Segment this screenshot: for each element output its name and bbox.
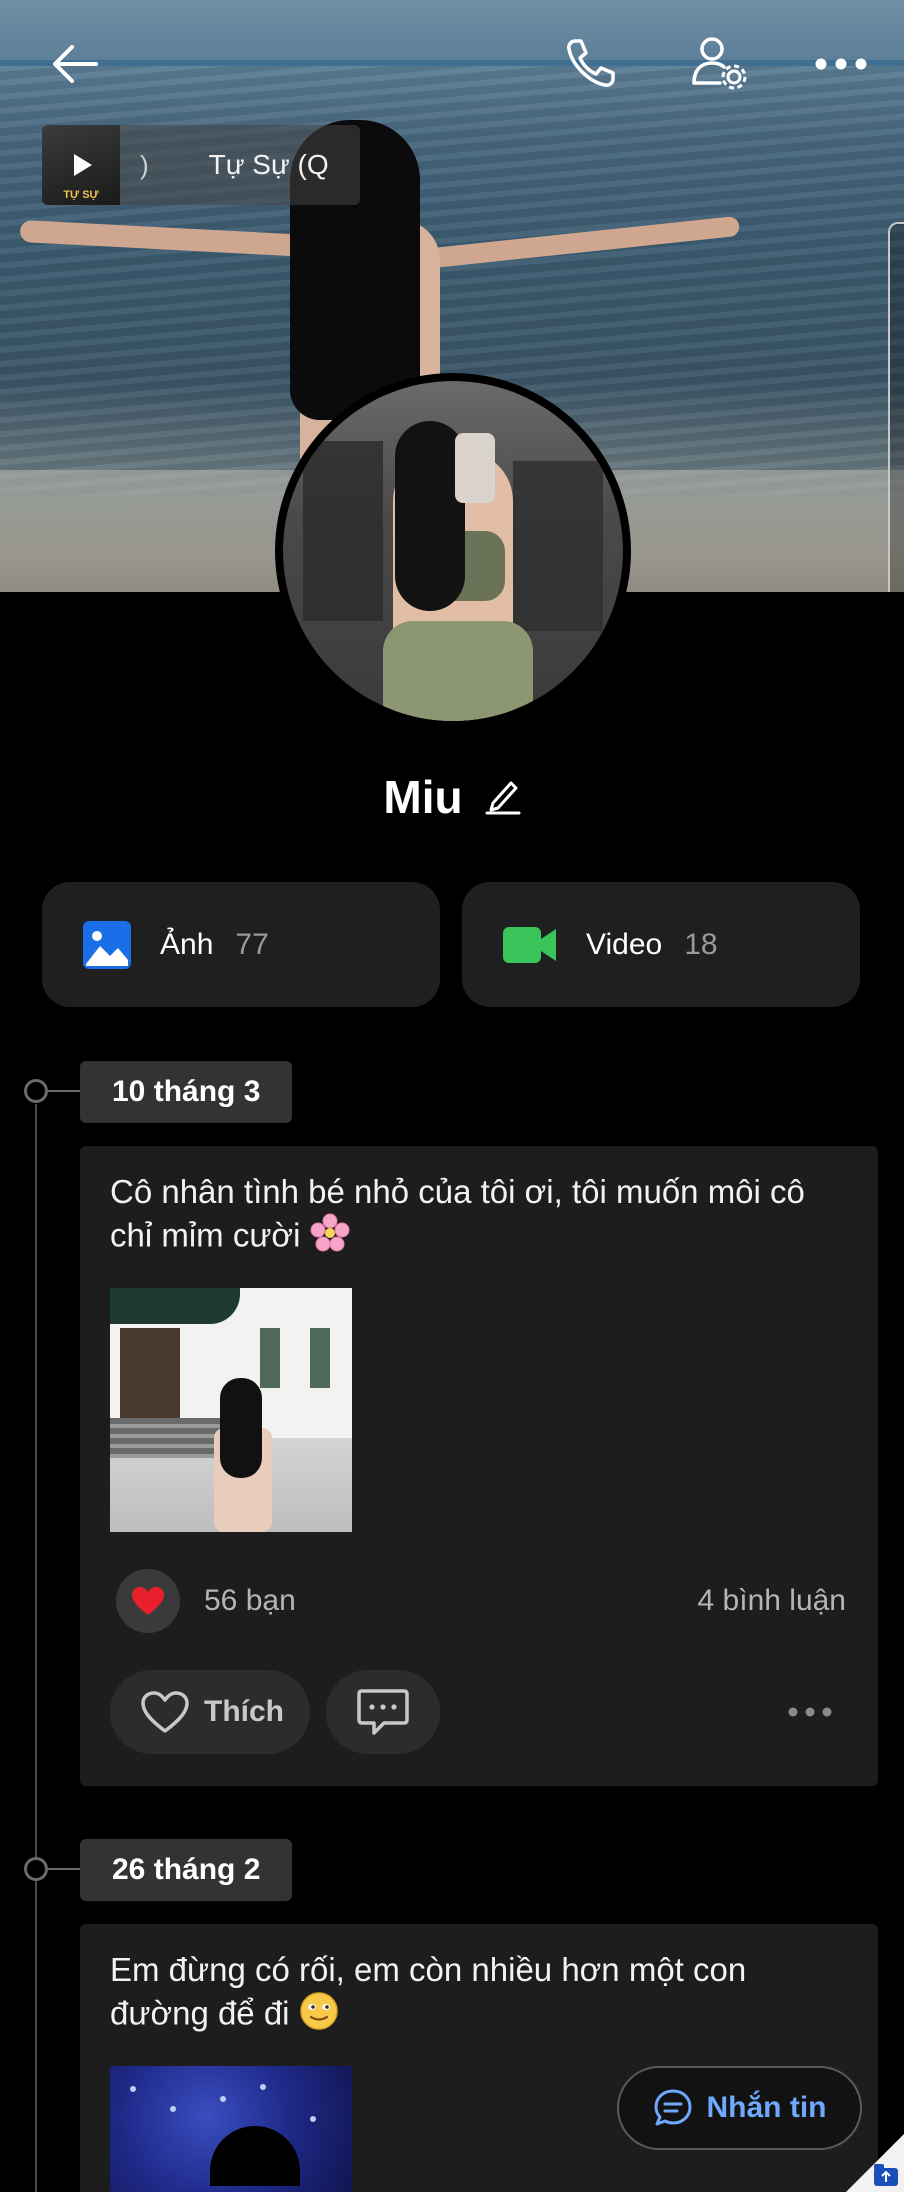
- phone-icon: [567, 39, 615, 87]
- photo-person-head: [210, 2126, 300, 2186]
- avatar-phone: [455, 433, 495, 503]
- call-button[interactable]: [556, 30, 626, 96]
- edit-name-button[interactable]: [485, 775, 521, 820]
- photo-girl-hair: [220, 1378, 262, 1478]
- profile-settings-button[interactable]: [684, 30, 756, 96]
- more-button[interactable]: [806, 40, 876, 88]
- more-horizontal-icon: [815, 58, 867, 70]
- likes-count[interactable]: 56 bạn: [204, 1584, 296, 1618]
- post-reactions-row: 56 bạn 4 bình luận: [116, 1569, 846, 1633]
- play-icon: [74, 154, 92, 176]
- profile-name: Miu: [383, 771, 463, 823]
- post-text: Cô nhân tình bé nhỏ của tôi ơi, tôi muốn…: [110, 1170, 850, 1263]
- photo-window: [260, 1328, 280, 1388]
- like-label: Thích: [204, 1695, 284, 1728]
- folder-badge-icon[interactable]: [846, 2134, 904, 2192]
- photo-light: [170, 2106, 176, 2112]
- back-button[interactable]: [40, 34, 110, 94]
- arrow-left-icon: [53, 45, 98, 83]
- chat-icon: [654, 2089, 691, 2126]
- videos-label: Video: [586, 927, 663, 961]
- post-photo[interactable]: [110, 1288, 352, 1532]
- top-bar: [0, 0, 904, 130]
- post-text-content: Cô nhân tình bé nhỏ của tôi ơi, tôi muốn…: [110, 1173, 805, 1254]
- post-actions-row: Thích: [110, 1670, 850, 1754]
- videos-card[interactable]: Video 18: [462, 882, 860, 1007]
- message-button[interactable]: Nhắn tin: [617, 2066, 862, 2150]
- profile-name-row: Miu: [0, 770, 904, 824]
- timeline-tick: [48, 1090, 80, 1092]
- photo-light: [220, 2096, 226, 2102]
- photos-count: 77: [235, 927, 269, 961]
- heart-icon: [132, 1587, 164, 1615]
- avatar[interactable]: [275, 373, 631, 729]
- side-scroll-handle[interactable]: [888, 222, 904, 592]
- post-date: 26 tháng 2: [80, 1839, 293, 1901]
- avatar-leggings: [383, 621, 533, 721]
- user-settings-icon: [692, 37, 747, 90]
- post-text-content: Em đừng có rối, em còn nhiều hơn một con…: [110, 1951, 747, 2032]
- more-horizontal-icon: [788, 1707, 832, 1717]
- post-card[interactable]: Cô nhân tình bé nhỏ của tôi ơi, tôi muốn…: [80, 1146, 878, 1786]
- like-button[interactable]: Thích: [110, 1670, 310, 1754]
- smiling-face-icon: [299, 1991, 339, 2041]
- avatar-bg-gym-right: [513, 461, 603, 631]
- photo-light: [310, 2116, 316, 2122]
- music-title: Tự Sự (Q: [208, 149, 329, 180]
- timeline-dot: [24, 1079, 48, 1103]
- video-icon: [503, 926, 556, 963]
- avatar-image: [283, 381, 623, 721]
- post-date: 10 tháng 3: [80, 1061, 293, 1123]
- music-separator: ): [140, 149, 149, 180]
- timeline-dot: [24, 1857, 48, 1881]
- post-card[interactable]: Em đừng có rối, em còn nhiều hơn một con…: [80, 1924, 878, 2192]
- post-text: Em đừng có rối, em còn nhiều hơn một con…: [110, 1948, 850, 2041]
- heart-outline-icon: [141, 1691, 189, 1733]
- music-thumbnail: TỰ SỰ: [42, 125, 120, 205]
- photo-steps: [110, 1418, 220, 1458]
- timeline-tick: [48, 1868, 80, 1870]
- photos-card[interactable]: Ảnh 77: [42, 882, 440, 1007]
- post-photo[interactable]: [110, 2066, 352, 2192]
- avatar-bg-gym-left: [303, 441, 383, 621]
- photos-label: Ảnh: [160, 927, 214, 961]
- profile-music[interactable]: TỰ SỰ ) Tự Sự (Q: [42, 125, 360, 205]
- post-more-button[interactable]: [770, 1670, 850, 1754]
- photo-window: [310, 1328, 330, 1388]
- photo-door: [120, 1328, 180, 1428]
- cherry-blossom-icon: [310, 1213, 350, 1263]
- message-button-label: Nhắn tin: [706, 2091, 827, 2124]
- comment-icon: [357, 1689, 409, 1735]
- photo-light: [130, 2086, 136, 2092]
- videos-count: 18: [684, 927, 718, 961]
- reaction-heart[interactable]: [116, 1569, 180, 1633]
- image-icon: [83, 920, 131, 969]
- comment-button[interactable]: [326, 1670, 440, 1754]
- pencil-icon: [485, 781, 521, 814]
- photo-light: [260, 2084, 266, 2090]
- photo-awning: [110, 1288, 240, 1324]
- comments-count[interactable]: 4 bình luận: [698, 1584, 846, 1618]
- timeline-line: [35, 1104, 37, 2192]
- music-thumbnail-label: TỰ SỰ: [63, 189, 99, 201]
